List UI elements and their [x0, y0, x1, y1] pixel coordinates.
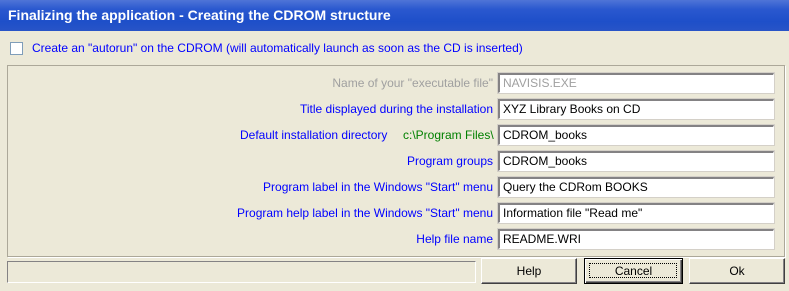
- help-label-label: Program help label in the Windows "Start…: [237, 206, 493, 220]
- title-label: Title displayed during the installation: [299, 102, 493, 116]
- autorun-option[interactable]: Create an "autorun" on the CDROM (will a…: [10, 40, 523, 56]
- title-bar: Finalizing the application - Creating th…: [0, 0, 789, 31]
- autorun-checkbox[interactable]: [10, 41, 23, 55]
- help-button[interactable]: Help: [481, 258, 577, 284]
- autorun-label[interactable]: Create an "autorun" on the CDROM (will a…: [32, 41, 523, 55]
- install-dir-field[interactable]: CDROM_books: [497, 124, 775, 146]
- cancel-button-label: Cancel: [614, 264, 653, 278]
- executable-field: NAVISIS.EXE: [497, 72, 775, 94]
- help-file-label: Help file name: [416, 232, 493, 246]
- help-file-field[interactable]: README.WRI: [497, 228, 775, 250]
- program-groups-field[interactable]: CDROM_books: [497, 150, 775, 172]
- ok-button[interactable]: Ok: [689, 258, 785, 284]
- ok-button-label: Ok: [729, 264, 745, 278]
- help-button-label: Help: [516, 264, 542, 278]
- install-dir-prefix: c:\Program Files\: [403, 128, 494, 142]
- cancel-button[interactable]: Cancel: [584, 258, 683, 284]
- install-dir-label: Default installation directory: [240, 128, 388, 142]
- program-groups-label: Program groups: [406, 154, 493, 168]
- program-label-field[interactable]: Query the CDRom BOOKS: [497, 176, 775, 198]
- executable-label: Name of your "executable file": [332, 76, 493, 90]
- status-box: [7, 261, 476, 283]
- title-field[interactable]: XYZ Library Books on CD: [497, 98, 775, 120]
- program-label-label: Program label in the Windows "Start" men…: [263, 180, 493, 194]
- dialog-window: Finalizing the application - Creating th…: [0, 0, 789, 291]
- help-label-field[interactable]: Information file "Read me": [497, 202, 775, 224]
- window-title: Finalizing the application - Creating th…: [8, 7, 391, 23]
